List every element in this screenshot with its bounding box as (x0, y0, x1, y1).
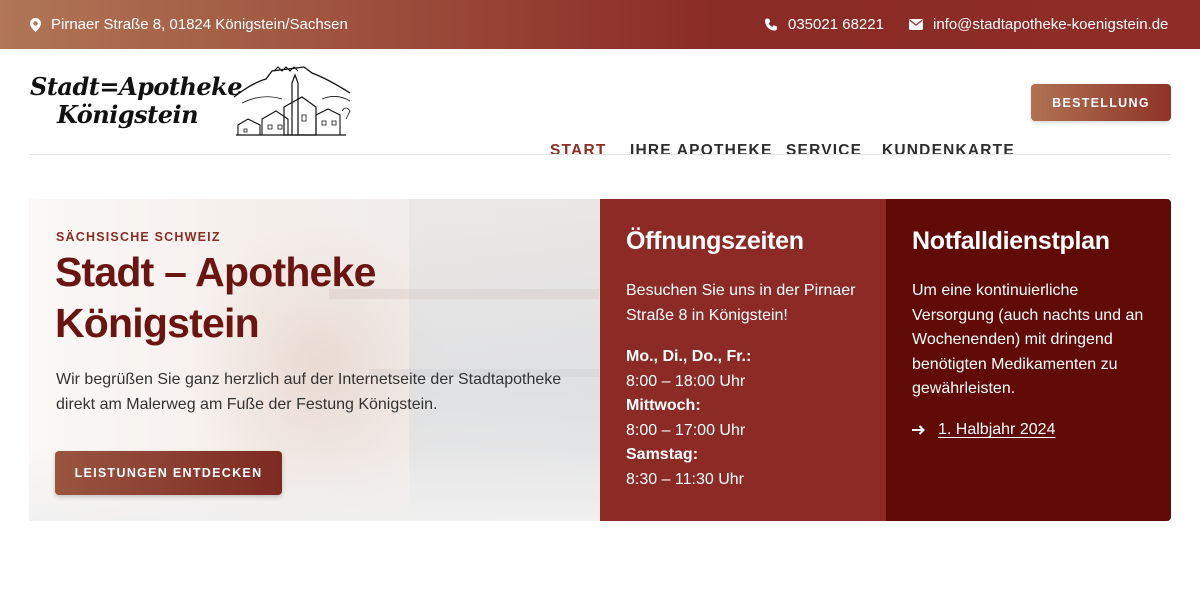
hours-day: Mo., Di., Do., Fr.: (626, 348, 752, 365)
opening-hours-panel: Öffnungszeiten Besuchen Sie uns in der P… (600, 199, 886, 521)
location-pin-icon (30, 17, 41, 32)
hours-time: 8:30 – 11:30 Uhr (626, 470, 745, 488)
nav-ihre-apotheke[interactable]: IHRE APOTHEKE (630, 142, 772, 160)
emergency-plan-text: Um eine kontinuierliche Versorgung (auch… (912, 282, 1144, 397)
hero-section: SÄCHSISCHE SCHWEIZ Stadt – Apotheke Köni… (29, 199, 1171, 521)
logo-line-2: Königstein (56, 100, 199, 129)
opening-hours-intro: Besuchen Sie uns in der Pirnaer Straße 8… (626, 282, 856, 324)
envelope-icon (909, 19, 923, 30)
hero-title-line-2: Königstein (55, 300, 260, 346)
email-text[interactable]: info@stadtapotheke-koenigstein.de (933, 16, 1168, 33)
email-item[interactable]: info@stadtapotheke-koenigstein.de (909, 16, 1168, 33)
phone-icon (765, 18, 777, 30)
site-header: Stadt=Apotheke Königstein START IHRE APO… (0, 49, 1200, 159)
bestellung-button[interactable]: BESTELLUNG (1031, 84, 1171, 121)
leistungen-button[interactable]: LEISTUNGEN ENTDECKEN (55, 451, 282, 495)
phone-text[interactable]: 035021 68221 (788, 16, 884, 33)
hero-description: Wir begrüßen Sie ganz herzlich auf der I… (56, 371, 562, 413)
emergency-plan-link-label[interactable]: 1. Halbjahr 2024 (938, 421, 1055, 439)
top-contact-bar: Pirnaer Straße 8, 01824 Königstein/Sachs… (0, 0, 1200, 49)
hours-time: 8:00 – 17:00 Uhr (626, 421, 746, 439)
emergency-plan-link[interactable]: 1. Halbjahr 2024 (912, 421, 1055, 439)
hero-kicker: SÄCHSISCHE SCHWEIZ (56, 230, 221, 244)
hero-intro-panel: SÄCHSISCHE SCHWEIZ Stadt – Apotheke Köni… (29, 199, 600, 521)
town-sketch-icon (233, 66, 351, 136)
opening-hours-title: Öffnungszeiten (626, 227, 804, 255)
opening-hours-list: Mo., Di., Do., Fr.: 8:00 – 18:00 Uhr Mit… (626, 345, 751, 492)
emergency-plan-title: Notfalldienstplan (912, 227, 1110, 255)
hours-day: Samstag: (626, 446, 699, 463)
hero-title-line-1: Stadt – Apotheke (55, 249, 376, 295)
nav-kundenkarte[interactable]: KUNDENKARTE (882, 142, 1015, 160)
nav-service[interactable]: SERVICE (786, 142, 862, 160)
phone-item[interactable]: 035021 68221 (764, 16, 884, 33)
hero-title: Stadt – Apotheke Königstein (55, 247, 376, 349)
hours-time: 8:00 – 18:00 Uhr (626, 372, 746, 390)
emergency-plan-panel: Notfalldienstplan Um eine kontinuierlich… (886, 199, 1171, 521)
hours-day: Mittwoch: (626, 397, 701, 414)
arrow-right-icon (912, 425, 925, 435)
address-item: Pirnaer Straße 8, 01824 Königstein/Sachs… (30, 16, 348, 33)
logo-line-1: Stadt=Apotheke (30, 72, 243, 101)
address-text: Pirnaer Straße 8, 01824 Königstein/Sachs… (51, 16, 348, 33)
site-logo[interactable]: Stadt=Apotheke Königstein (30, 63, 355, 141)
logo-wordmark: Stadt=Apotheke Königstein (30, 72, 243, 129)
header-divider (29, 154, 1171, 155)
nav-start[interactable]: START (550, 142, 607, 160)
